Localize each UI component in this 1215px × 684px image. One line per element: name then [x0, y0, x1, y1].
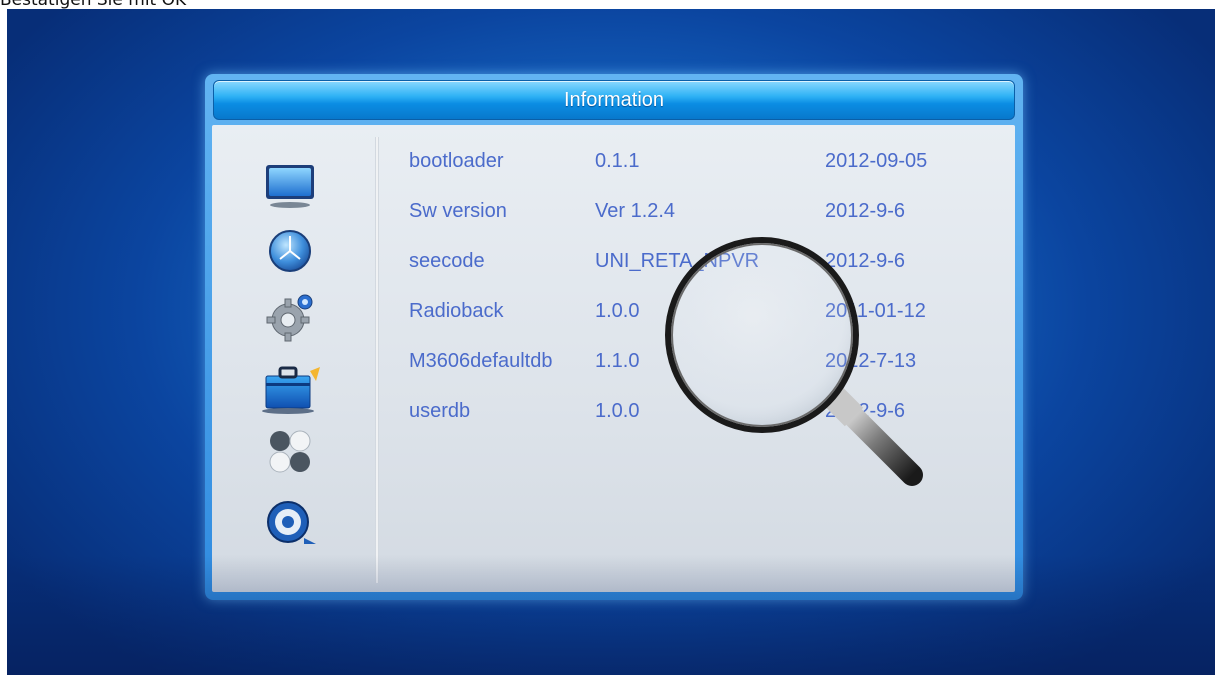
- row-date: 2012-9-6: [825, 250, 906, 272]
- dialog-content: bootloader 0.1.1 2012-09-05 Sw version V…: [212, 125, 1015, 592]
- row-version: Ver 1.2.4: [595, 200, 676, 222]
- row-name: M3606defaultdb: [409, 350, 553, 372]
- row-version: 1.1.0: [595, 350, 640, 372]
- row-name: seecode: [409, 250, 485, 272]
- information-dialog: Information bootloader 0.1.1 2012-09-05 …: [205, 74, 1023, 600]
- row-name: bootloader: [409, 150, 504, 172]
- row-version: UNI_RETA_NPVR: [595, 250, 760, 272]
- row-version: 1.0.0: [595, 400, 640, 422]
- row-version: 1.0.0: [595, 300, 640, 322]
- row-date: 2012-9-6: [825, 200, 906, 222]
- row-name: Radioback: [409, 300, 504, 322]
- row-name: userdb: [409, 400, 471, 422]
- balls-icon[interactable]: [260, 427, 320, 477]
- sidebar-divider: [375, 137, 379, 583]
- row-date: 2012-9-6: [825, 400, 906, 422]
- media-disc-icon[interactable]: [260, 498, 320, 548]
- row-date: 2011-01-12: [825, 300, 926, 322]
- row-version: 0.1.1: [595, 150, 640, 172]
- satellite-dish-icon[interactable]: [260, 226, 320, 276]
- row-date: 2012-09-05: [825, 150, 928, 172]
- row-date: 2012-7-13: [825, 350, 917, 372]
- tv-screen-icon[interactable]: [260, 162, 320, 212]
- gear-icon[interactable]: [260, 288, 320, 342]
- tv-screen: Information bootloader 0.1.1 2012-09-05 …: [7, 9, 1215, 675]
- dialog-titlebar: Information: [213, 80, 1015, 120]
- dialog-title: Information: [563, 89, 665, 111]
- toolbox-icon[interactable]: [258, 359, 320, 414]
- row-name: Sw version: [409, 200, 507, 222]
- caption-text: Bestätigen Sie mit OK: [0, 0, 187, 10]
